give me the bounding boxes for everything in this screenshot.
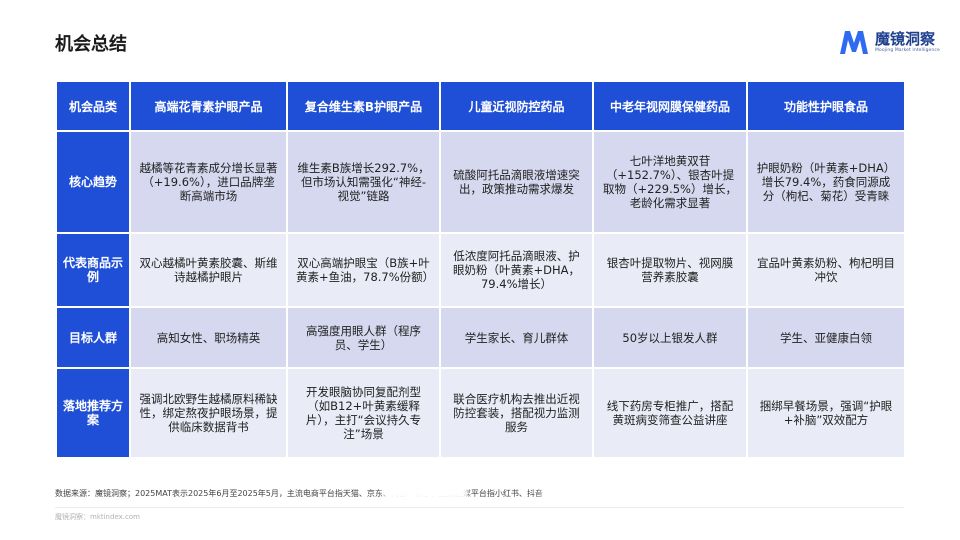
table-cell: 捆绑早餐场景，强调“护眼+补脑”双效配方 [748, 369, 904, 457]
table-cell: 七叶洋地黄双苷（+152.7%）、银杏叶提取物（+229.5%）增长，老龄化需求… [594, 132, 746, 232]
row-header: 落地推荐方案 [57, 369, 129, 457]
table-cell: 银杏叶提取物片、视网膜营养素胶囊 [594, 234, 746, 306]
brand-logo: 魔镜洞察 Moojing Market Intelligence [838, 28, 940, 56]
row-header: 目标人群 [57, 308, 129, 367]
table-cell: 联合医疗机构去推出近视防控套装，搭配视力监测服务 [441, 369, 592, 457]
table-cell: 低浓度阿托品滴眼液、护眼奶粉（叶黄素+DHA，79.4%增长） [441, 234, 592, 306]
table-cell: 强调北欧野生越橘原料稀缺性，绑定熬夜护眼场景，提供临床数据背书 [131, 369, 286, 457]
column-header: 儿童近视防控药品 [441, 82, 592, 130]
table-cell: 学生家长、育儿群体 [441, 308, 592, 367]
table-cell: 硫酸阿托品滴眼液增速突出，政策推动需求爆发 [441, 132, 592, 232]
table-row-examples: 代表商品示例 双心越橘叶黄素胶囊、斯维诗越橘护眼片 双心高端护眼宝（B族+叶黄素… [57, 234, 904, 306]
redaction-blur [542, 484, 620, 500]
column-header: 中老年视网膜保健药品 [594, 82, 746, 130]
column-header: 高端花青素护眼产品 [131, 82, 286, 130]
table-cell: 双心越橘叶黄素胶囊、斯维诗越橘护眼片 [131, 234, 286, 306]
table-cell: 维生素B族增长292.7%，但市场认知需强化“神经-视觉”链路 [288, 132, 439, 232]
page-title: 机会总结 [55, 34, 127, 55]
opportunity-table: 机会品类 高端花青素护眼产品 复合维生素B护眼产品 儿童近视防控药品 中老年视网… [55, 80, 906, 459]
column-header: 功能性护眼食品 [748, 82, 904, 130]
data-source-note: 数据来源：魔镜洞察；2025MAT表示2025年6月至2025年5月，主流电商平… [55, 489, 543, 498]
table-cell: 学生、亚健康白领 [748, 308, 904, 367]
corner-header: 机会品类 [57, 82, 129, 130]
table-cell: 越橘等花青素成分增长显著（+19.6%），进口品牌垄断高端市场 [131, 132, 286, 232]
table-row-audience: 目标人群 高知女性、职场精英 高强度用眼人群（程序员、学生） 学生家长、育儿群体… [57, 308, 904, 367]
table-cell: 高强度用眼人群（程序员、学生） [288, 308, 439, 367]
m-logo-icon [840, 31, 868, 54]
table-cell: 50岁以上银发人群 [594, 308, 746, 367]
table-row-core-trend: 核心趋势 越橘等花青素成分增长显著（+19.6%），进口品牌垄断高端市场 维生素… [57, 132, 904, 232]
row-header: 核心趋势 [57, 132, 129, 232]
table-cell: 宜品叶黄素奶粉、枸杞明目冲饮 [748, 234, 904, 306]
column-header: 复合维生素B护眼产品 [288, 82, 439, 130]
table-cell: 开发眼脑协同复配剂型（如B12+叶黄素缓释片），主打“会议持久专注”场景 [288, 369, 439, 457]
logo-name: 魔镜洞察 [875, 29, 936, 48]
table-cell: 护眼奶粉（叶黄素+DHA）增长79.4%，药食同源成分（枸杞、菊花）受青睐 [748, 132, 904, 232]
redaction-blur [384, 484, 468, 500]
table-header-row: 机会品类 高端花青素护眼产品 复合维生素B护眼产品 儿童近视防控药品 中老年视网… [57, 82, 904, 130]
table-row-plan: 落地推荐方案 强调北欧野生越橘原料稀缺性，绑定熬夜护眼场景，提供临床数据背书 开… [57, 369, 904, 457]
footer-site: 魔镜洞察：mktindex.com [55, 513, 140, 521]
row-header: 代表商品示例 [57, 234, 129, 306]
table-cell: 线下药房专柜推广，搭配黄斑病变筛查公益讲座 [594, 369, 746, 457]
table-cell: 双心高端护眼宝（B族+叶黄素+鱼油，78.7%份额） [288, 234, 439, 306]
footer-divider [55, 507, 904, 508]
logo-tagline: Moojing Market Intelligence [875, 47, 940, 53]
table-cell: 高知女性、职场精英 [131, 308, 286, 367]
